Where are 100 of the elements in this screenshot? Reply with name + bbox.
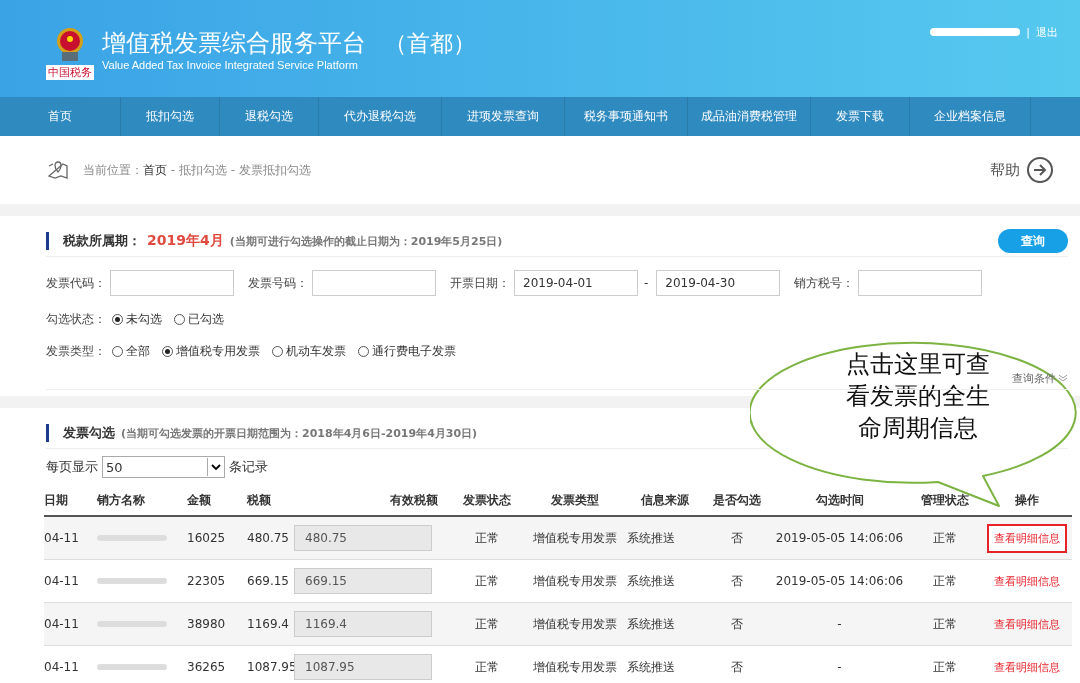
page-size-suffix: 条记录 — [229, 458, 268, 476]
table-cell-text: 系统推送 — [627, 658, 676, 676]
table-cell-text: 正常 — [931, 572, 958, 590]
nav-tab[interactable]: 企业档案信息 — [910, 97, 1031, 136]
logo-caption: 中国税务 — [46, 65, 94, 80]
field-label: 发票类型： — [46, 342, 106, 360]
section-title: 税款所属期： — [63, 232, 141, 250]
column-header: 操作 — [1014, 491, 1040, 509]
nav-tab[interactable]: 代办退税勾选 — [319, 97, 442, 136]
option-label[interactable]: 已勾选 — [188, 310, 224, 328]
redacted-name — [97, 664, 167, 670]
table-cell-text: 增值税专用发票 — [531, 572, 618, 590]
redacted-name — [97, 535, 167, 541]
page-size-label: 每页显示 — [46, 458, 98, 476]
table-cell-text: - — [836, 617, 843, 631]
redacted-name — [97, 578, 167, 584]
column-header: 销方名称 — [97, 491, 146, 509]
section-note: (当期可进行勾选操作的截止日期为：2019年5月25日) — [229, 233, 503, 249]
table-cell-text: 22305 — [187, 574, 227, 588]
table-cell-text: 系统推送 — [627, 572, 676, 590]
option-label[interactable]: 机动车发票 — [286, 342, 346, 360]
table-cell-text: 正常 — [474, 658, 500, 676]
tax-field[interactable]: 1169.4 — [294, 611, 432, 637]
nav-tab[interactable]: 税务事项通知书 — [565, 97, 688, 136]
table-cell-text: 36265 — [187, 660, 227, 674]
table-cell-text: 04-11 — [44, 617, 80, 631]
table-cell-text: 否 — [730, 658, 744, 676]
section-note: (当期可勾选发票的开票日期范围为：2018年4月6日-2019年4月30日) — [121, 425, 478, 441]
option-label[interactable]: 全部 — [126, 342, 150, 360]
section-title: 发票勾选 — [63, 424, 115, 442]
nav-tab[interactable]: 退税勾选 — [220, 97, 319, 136]
field-label: 发票号码： — [248, 274, 308, 292]
table-cell-text: 正常 — [931, 529, 958, 547]
arrow-right-icon — [1026, 156, 1054, 184]
nav-tab[interactable]: 抵扣勾选 — [121, 97, 220, 136]
site-title: 增值税发票综合服务平台 — [102, 27, 366, 59]
table-cell-text: 04-11 — [44, 660, 80, 674]
column-header: 勾选时间 — [814, 491, 865, 509]
tax-field[interactable]: 669.15 — [294, 568, 432, 594]
site-subtitle: Value Added Tax Invoice Integrated Service Platform — [102, 58, 359, 71]
separator: | — [1026, 25, 1030, 39]
option-label[interactable]: 增值税专用发票 — [176, 342, 260, 360]
breadcrumb-path: 当前位置：首页 - 抵扣勾选 - 发票抵扣勾选 — [83, 161, 312, 179]
option-label[interactable]: 通行费电子发票 — [372, 342, 456, 360]
date-field[interactable]: 2019-04-01 — [514, 270, 638, 296]
details-link[interactable]: 查看明细信息 — [987, 609, 1067, 639]
table-cell-text: 正常 — [474, 572, 500, 590]
details-link[interactable]: 查看明细信息 — [987, 652, 1067, 682]
nav-tab[interactable]: 首页 — [0, 97, 121, 136]
nav-tab[interactable]: 进项发票查询 — [442, 97, 565, 136]
input-field[interactable] — [858, 270, 983, 296]
field-label: 发票代码： — [46, 274, 106, 292]
table-cell-text: 正常 — [474, 529, 500, 547]
help-link[interactable]: 帮助 — [990, 156, 1054, 184]
table-cell-text: - — [836, 660, 843, 674]
table-cell-text: 系统推送 — [627, 615, 676, 633]
table-cell-text: 1169.4 — [247, 617, 290, 631]
details-link[interactable]: 查看明细信息 — [987, 566, 1067, 596]
table-cell-text: 669.15 — [247, 574, 290, 588]
input-field[interactable] — [110, 270, 234, 296]
map-pin-icon — [47, 160, 69, 180]
column-header: 日期 — [44, 491, 69, 509]
date-field[interactable]: 2019-04-30 — [656, 270, 781, 296]
table-cell-text: 正常 — [931, 615, 958, 633]
option-label[interactable]: 未勾选 — [126, 310, 162, 328]
table-cell-text: 正常 — [474, 615, 500, 633]
tax-field[interactable]: 1087.95 — [294, 654, 432, 680]
column-header: 税额 — [247, 491, 272, 509]
table-cell-text: 04-11 — [44, 531, 80, 545]
table-cell-text: 增值税专用发票 — [531, 615, 618, 633]
nav-tab[interactable]: 发票下载 — [811, 97, 910, 136]
input-field[interactable] — [312, 270, 436, 296]
chevron-icon — [1058, 373, 1068, 383]
caret-icon — [207, 458, 224, 476]
table-cell-text: 2019-05-05 14:06:06 — [774, 574, 905, 588]
table-cell-text: 38980 — [187, 617, 227, 631]
table-cell-text: 正常 — [931, 658, 958, 676]
table-cell-text: 否 — [730, 529, 744, 547]
field-label: 销方税号： — [794, 274, 855, 292]
column-header: 是否勾选 — [712, 491, 762, 509]
table-cell-text: 否 — [730, 572, 744, 590]
page-size-select[interactable]: 50 — [102, 456, 225, 478]
redacted-name — [97, 621, 167, 627]
nav-tab[interactable]: 成品油消费税管理 — [688, 97, 811, 136]
table-cell-text: 否 — [730, 615, 744, 633]
table-cell-text: 增值税专用发票 — [531, 658, 618, 676]
period-value: 2019年4月 — [147, 232, 224, 250]
table-cell-text: 480.75 — [247, 531, 290, 545]
column-header: 管理状态 — [919, 491, 970, 509]
table-cell-text: 增值税专用发票 — [531, 529, 618, 547]
table-cell-text: 16025 — [187, 531, 227, 545]
field-label: 勾选状态： — [46, 310, 106, 328]
region-label: （首都） — [384, 28, 476, 58]
tax-field[interactable]: 480.75 — [294, 525, 432, 551]
details-link[interactable]: 查看明细信息 — [987, 523, 1067, 553]
table-cell-text: 2019-05-05 14:06:06 — [774, 531, 905, 545]
column-header: 有效税额 — [389, 491, 439, 509]
table-cell: 1087.95 — [247, 660, 294, 674]
column-header: 金额 — [187, 491, 212, 509]
column-header: 发票类型 — [549, 491, 600, 509]
